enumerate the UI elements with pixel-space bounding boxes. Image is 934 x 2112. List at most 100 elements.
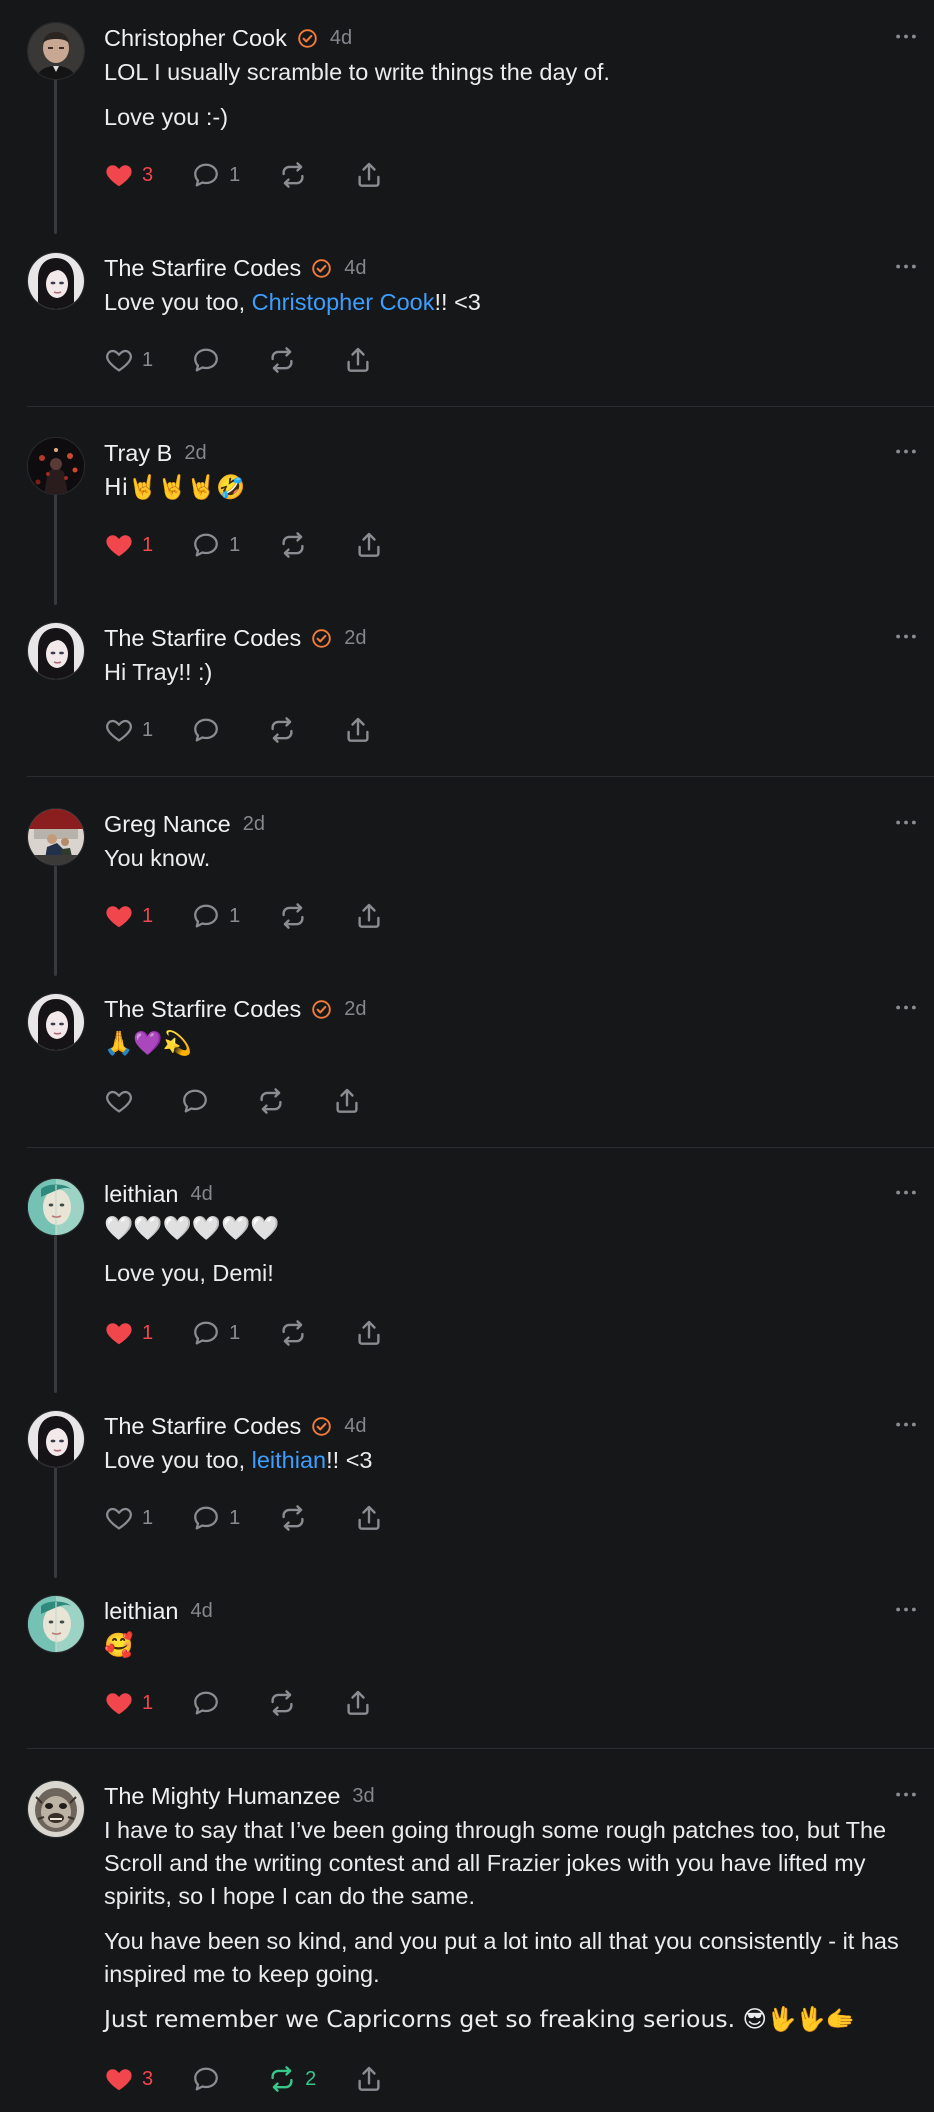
author-name[interactable]: leithian (104, 1598, 178, 1625)
post-timestamp[interactable]: 2d (184, 442, 206, 465)
comment-button[interactable]: 1 (191, 1315, 240, 1351)
post-timestamp[interactable]: 2d (344, 627, 366, 650)
repost-button[interactable] (256, 1083, 286, 1119)
post-timestamp[interactable]: 2d (344, 998, 366, 1021)
repost-button[interactable] (278, 898, 308, 934)
avatar[interactable] (27, 1780, 85, 1838)
action-bar: 11 (104, 1500, 384, 1536)
share-button[interactable] (354, 1315, 384, 1351)
like-button[interactable] (104, 1083, 134, 1119)
like-button[interactable]: 3 (104, 2061, 153, 2097)
share-button[interactable] (343, 1685, 373, 1721)
like-button[interactable]: 1 (104, 342, 153, 378)
author-name[interactable]: The Starfire Codes (104, 996, 301, 1023)
like-button[interactable]: 1 (104, 527, 153, 563)
like-button[interactable]: 1 (104, 1685, 153, 1721)
author-name[interactable]: The Starfire Codes (104, 1413, 301, 1440)
share-button[interactable] (332, 1083, 362, 1119)
repost-button[interactable] (267, 712, 297, 748)
comment-button[interactable]: 1 (191, 1500, 240, 1536)
post-timestamp[interactable]: 4d (190, 1600, 212, 1623)
share-icon (354, 1503, 384, 1533)
avatar[interactable] (27, 993, 85, 1051)
post-timestamp[interactable]: 2d (243, 813, 265, 836)
avatar[interactable] (27, 1595, 85, 1653)
avatar[interactable] (27, 437, 85, 495)
repost-button[interactable] (278, 527, 308, 563)
share-button[interactable] (354, 527, 384, 563)
repost-button[interactable] (278, 1500, 308, 1536)
post-timestamp[interactable]: 4d (190, 1183, 212, 1206)
avatar[interactable] (27, 622, 85, 680)
post-text: !! <3 (326, 1447, 373, 1473)
more-icon[interactable] (892, 1780, 920, 1808)
post-timestamp[interactable]: 4d (344, 1415, 366, 1438)
repost-button[interactable] (267, 1685, 297, 1721)
more-icon[interactable] (892, 437, 920, 465)
action-bar: 11 (104, 527, 384, 563)
more-icon[interactable] (892, 22, 920, 50)
avatar[interactable] (27, 252, 85, 310)
share-button[interactable] (354, 157, 384, 193)
mention-link[interactable]: Christopher Cook (252, 289, 435, 315)
comment-button[interactable] (191, 2061, 221, 2097)
more-icon[interactable] (892, 622, 920, 650)
repost-button[interactable] (278, 1315, 308, 1351)
avatar[interactable] (27, 1410, 85, 1468)
author-name[interactable]: Christopher Cook (104, 25, 287, 52)
share-button[interactable] (354, 898, 384, 934)
author-name[interactable]: leithian (104, 1181, 178, 1208)
repost-button[interactable]: 2 (267, 2061, 316, 2097)
more-icon[interactable] (892, 1595, 920, 1623)
share-button[interactable] (354, 1500, 384, 1536)
action-bar: 1 (104, 712, 373, 748)
like-button[interactable]: 1 (104, 712, 153, 748)
more-icon[interactable] (892, 252, 920, 280)
more-icon[interactable] (892, 1410, 920, 1438)
repost-button[interactable] (278, 157, 308, 193)
post-timestamp[interactable]: 4d (330, 27, 352, 50)
comment-count: 1 (229, 904, 241, 927)
avatar[interactable] (27, 808, 85, 866)
comment-button[interactable]: 1 (191, 898, 240, 934)
like-button[interactable]: 1 (104, 898, 153, 934)
thread-line (54, 490, 57, 605)
comment-icon (191, 2064, 221, 2094)
comment-button[interactable] (191, 342, 221, 378)
comment-button[interactable]: 1 (191, 527, 240, 563)
post-header: Christopher Cook 4d (104, 20, 352, 56)
comment-button[interactable]: 1 (191, 157, 240, 193)
post-header: Greg Nance 2d (104, 806, 265, 842)
post-timestamp[interactable]: 4d (344, 257, 366, 280)
author-name[interactable]: The Starfire Codes (104, 255, 301, 282)
post-text: You know. (104, 845, 211, 871)
share-button[interactable] (343, 342, 373, 378)
author-name[interactable]: The Starfire Codes (104, 625, 301, 652)
author-name[interactable]: Greg Nance (104, 811, 231, 838)
more-icon[interactable] (892, 1178, 920, 1206)
share-button[interactable] (343, 712, 373, 748)
avatar[interactable] (27, 22, 85, 80)
repost-icon (278, 901, 308, 931)
post-paragraph: Hi🤘🤘🤘🤣 (104, 471, 906, 504)
comment-button[interactable] (180, 1083, 210, 1119)
post-text: Just remember we Capricorns get so freak… (104, 2005, 855, 2033)
post-timestamp[interactable]: 3d (352, 1785, 374, 1808)
repost-button[interactable] (267, 342, 297, 378)
share-button[interactable] (354, 2061, 384, 2097)
post-paragraph: I have to say that I’ve been going throu… (104, 1814, 906, 1913)
comment-button[interactable] (191, 712, 221, 748)
like-button[interactable]: 3 (104, 157, 153, 193)
like-button[interactable]: 1 (104, 1315, 153, 1351)
heart-icon (104, 1688, 134, 1718)
post-header: Tray B 2d (104, 435, 207, 471)
comment-button[interactable] (191, 1685, 221, 1721)
like-button[interactable]: 1 (104, 1500, 153, 1536)
post-paragraph: 🙏💜💫 (104, 1027, 906, 1060)
mention-link[interactable]: leithian (252, 1447, 326, 1473)
more-icon[interactable] (892, 808, 920, 836)
avatar[interactable] (27, 1178, 85, 1236)
author-name[interactable]: Tray B (104, 440, 172, 467)
more-icon[interactable] (892, 993, 920, 1021)
author-name[interactable]: The Mighty Humanzee (104, 1783, 340, 1810)
